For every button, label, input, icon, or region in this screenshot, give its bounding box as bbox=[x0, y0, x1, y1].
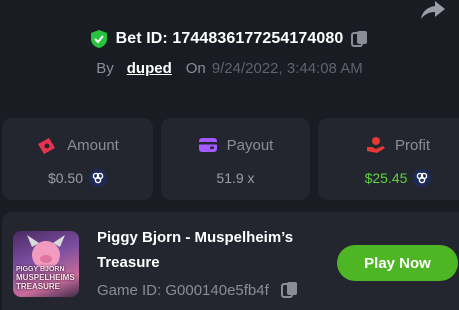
bet-id: Bet ID: 1744836177254174080 bbox=[115, 30, 344, 47]
game-id: Game ID: G000140e5fb4f bbox=[97, 281, 269, 299]
stat-value: $25.45 bbox=[364, 170, 408, 186]
game-card: PIGGY BJORN MUSPELHEIMS TREASURE Piggy B… bbox=[2, 212, 459, 310]
copy-icon[interactable] bbox=[351, 30, 369, 48]
hand-coin-icon bbox=[366, 137, 385, 153]
stat-value: 51.9 x bbox=[216, 170, 255, 186]
currency-coin-icon bbox=[413, 169, 432, 187]
stat-payout: Payout 51.9 x bbox=[161, 118, 310, 200]
copy-icon[interactable] bbox=[280, 281, 299, 299]
game-thumbnail[interactable]: PIGGY BJORN MUSPELHEIMS TREASURE bbox=[13, 231, 79, 297]
stat-label: Profit bbox=[394, 136, 430, 154]
play-now-button[interactable]: Play Now bbox=[337, 245, 458, 281]
game-title[interactable]: Piggy Bjorn - Muspelheim’s Treasure bbox=[97, 225, 332, 275]
game-thumbnail-title: PIGGY BJORN MUSPELHEIMS TREASURE bbox=[16, 266, 75, 291]
by-label: By bbox=[96, 59, 114, 77]
shield-check-icon bbox=[90, 30, 107, 48]
stat-label: Amount bbox=[67, 136, 119, 154]
share-icon[interactable] bbox=[420, 0, 446, 20]
user-link[interactable]: duped bbox=[127, 60, 172, 77]
on-label: On bbox=[185, 59, 206, 77]
bet-id-row: Bet ID: 1744836177254174080 bbox=[0, 28, 459, 50]
stat-profit: Profit $25.45 bbox=[318, 118, 459, 200]
bet-meta-row: By duped On 9/24/2022, 3:44:08 AM bbox=[0, 58, 459, 78]
stat-amount: Amount $0.50 bbox=[2, 118, 153, 200]
money-bill-icon bbox=[38, 138, 56, 154]
game-id-row: Game ID: G000140e5fb4f bbox=[97, 280, 299, 300]
bet-date: 9/24/2022, 3:44:08 AM bbox=[211, 59, 363, 77]
stats-row: Amount $0.50 Payout 51.9 x Profit $25.45 bbox=[0, 118, 459, 200]
wallet-icon bbox=[198, 138, 217, 152]
stat-label: Payout bbox=[226, 136, 274, 154]
currency-coin-icon bbox=[89, 169, 108, 187]
stat-value: $0.50 bbox=[47, 170, 84, 186]
